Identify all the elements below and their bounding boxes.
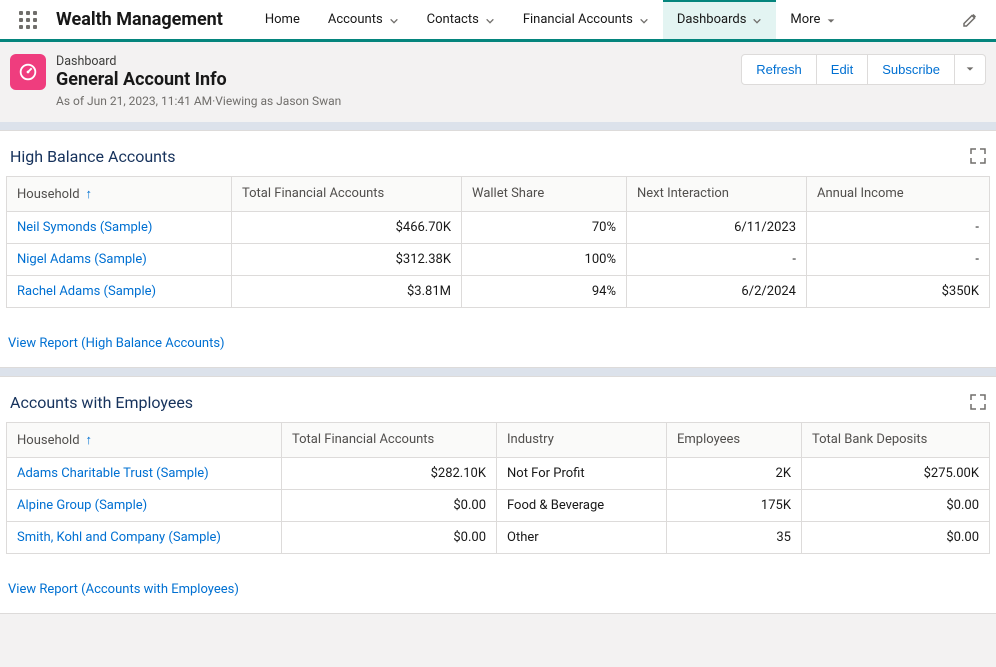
nav-items: Home Accounts Contacts Financial Account… [251,0,851,39]
page-title: General Account Info [56,69,341,91]
cell-total-fa: $312.38K [232,243,462,275]
edit-button[interactable]: Edit [817,54,868,85]
household-link[interactable]: Rachel Adams (Sample) [7,275,232,307]
table-row: Alpine Group (Sample) $0.00 Food & Bever… [7,489,990,521]
page-header: Dashboard General Account Info As of Jun… [0,42,996,122]
nav-dashboards[interactable]: Dashboards [663,0,777,39]
col-deposits[interactable]: Total Bank Deposits [802,422,990,457]
col-next[interactable]: Next Interaction [627,176,807,211]
high-balance-table: Household ↑ Total Financial Accounts Wall… [6,176,990,308]
cell-wallet: 100% [462,243,627,275]
cell-wallet: 94% [462,275,627,307]
nav-home-label: Home [265,12,300,27]
household-link[interactable]: Neil Symonds (Sample) [7,211,232,243]
table-row: Neil Symonds (Sample) $466.70K 70% 6/11/… [7,211,990,243]
expand-icon[interactable] [970,148,986,164]
cell-employees: 2K [667,457,802,489]
col-total-fa[interactable]: Total Financial Accounts [232,176,462,211]
col-industry[interactable]: Industry [497,422,667,457]
nav-contacts-label: Contacts [427,12,479,27]
cell-income: $350K [807,275,990,307]
cell-total-fa: $0.00 [282,489,497,521]
accounts-employees-table: Household ↑ Total Financial Accounts Indu… [6,422,990,554]
cell-deposits: $0.00 [802,489,990,521]
pencil-icon[interactable] [956,6,984,34]
app-name: Wealth Management [56,9,223,30]
cell-income: - [807,243,990,275]
col-wallet[interactable]: Wallet Share [462,176,627,211]
header-actions: Refresh Edit Subscribe [741,54,986,85]
table-row: Adams Charitable Trust (Sample) $282.10K… [7,457,990,489]
chevron-down-icon [752,15,762,25]
cell-total-fa: $3.81M [232,275,462,307]
cell-next: 6/11/2023 [627,211,807,243]
view-report-link[interactable]: View Report (Accounts with Employees) [8,582,239,597]
breadcrumb: Dashboard [56,54,341,69]
more-actions-button[interactable] [955,54,986,85]
caret-down-icon [826,15,836,25]
nav-accounts[interactable]: Accounts [314,0,413,39]
col-household[interactable]: Household ↑ [7,422,282,457]
nav-accounts-label: Accounts [328,12,383,27]
sort-up-icon: ↑ [86,186,93,202]
header-text: Dashboard General Account Info As of Jun… [56,54,341,108]
component-title: Accounts with Employees [10,393,193,412]
cell-deposits: $275.00K [802,457,990,489]
nav-dashboards-label: Dashboards [677,12,747,27]
cell-total-fa: $282.10K [282,457,497,489]
nav-more[interactable]: More [776,0,850,39]
component-high-balance: High Balance Accounts Household ↑ Total F… [0,130,996,368]
table-row: Smith, Kohl and Company (Sample) $0.00 O… [7,521,990,553]
nav-contacts[interactable]: Contacts [413,0,509,39]
nav-more-label: More [790,12,820,27]
cell-employees: 35 [667,521,802,553]
global-nav: Wealth Management Home Accounts Contacts… [0,0,996,42]
col-household-label: Household [17,187,80,202]
col-income[interactable]: Annual Income [807,176,990,211]
sort-up-icon: ↑ [86,432,93,448]
view-report-link[interactable]: View Report (High Balance Accounts) [8,336,225,351]
nav-financial-accounts[interactable]: Financial Accounts [509,0,663,39]
col-total-fa[interactable]: Total Financial Accounts [282,422,497,457]
subscribe-button[interactable]: Subscribe [868,54,955,85]
table-row: Nigel Adams (Sample) $312.38K 100% - - [7,243,990,275]
chevron-down-icon [485,15,495,25]
nav-home[interactable]: Home [251,0,314,39]
cell-wallet: 70% [462,211,627,243]
cell-next: 6/2/2024 [627,275,807,307]
household-link[interactable]: Smith, Kohl and Company (Sample) [7,521,282,553]
cell-total-fa: $0.00 [282,521,497,553]
cell-industry: Not For Profit [497,457,667,489]
cell-total-fa: $466.70K [232,211,462,243]
col-household-label: Household [17,433,80,448]
household-link[interactable]: Alpine Group (Sample) [7,489,282,521]
app-launcher-icon[interactable] [14,6,42,34]
cell-deposits: $0.00 [802,521,990,553]
dashboard-gauge-icon [10,54,46,90]
household-link[interactable]: Adams Charitable Trust (Sample) [7,457,282,489]
refresh-button[interactable]: Refresh [741,54,817,85]
component-title: High Balance Accounts [10,147,175,166]
divider-strip [0,122,996,130]
cell-next: - [627,243,807,275]
household-link[interactable]: Nigel Adams (Sample) [7,243,232,275]
cell-employees: 175K [667,489,802,521]
nav-financial-accounts-label: Financial Accounts [523,12,633,27]
table-row: Rachel Adams (Sample) $3.81M 94% 6/2/202… [7,275,990,307]
chevron-down-icon [389,15,399,25]
col-employees[interactable]: Employees [667,422,802,457]
chevron-down-icon [639,15,649,25]
cell-industry: Other [497,521,667,553]
component-accounts-employees: Accounts with Employees Household ↑ Total… [0,376,996,614]
cell-income: - [807,211,990,243]
divider-strip [0,368,996,376]
col-household[interactable]: Household ↑ [7,176,232,211]
cell-industry: Food & Beverage [497,489,667,521]
expand-icon[interactable] [970,394,986,410]
page-meta: As of Jun 21, 2023, 11:41 AM·Viewing as … [56,94,341,108]
